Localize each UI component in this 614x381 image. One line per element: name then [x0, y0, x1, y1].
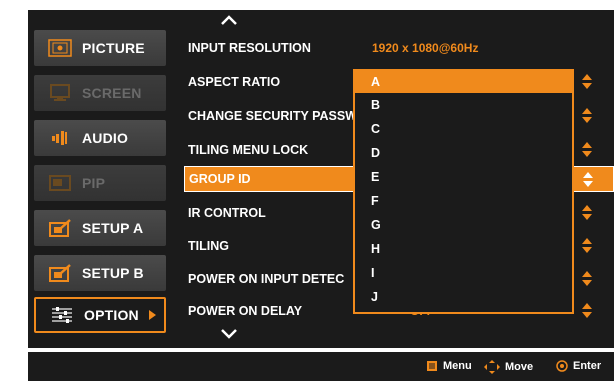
sidebar-item-label: OPTION [84, 307, 139, 323]
menu-icon [427, 361, 437, 371]
picture-icon [48, 39, 72, 57]
hint-move: Move [484, 360, 533, 374]
chevron-right-icon [148, 310, 156, 320]
menu-row-input-resolution: INPUT RESOLUTION 1920 x 1080@60Hz [184, 35, 614, 61]
dropdown-option-b[interactable]: B [355, 93, 572, 117]
sidebar-item-option[interactable]: OPTION [34, 297, 166, 333]
menu-row-label: ASPECT RATIO [188, 75, 281, 89]
menu-row-label: GROUP ID [189, 172, 251, 186]
audio-icon [48, 129, 72, 147]
spinner-arrows-icon[interactable] [582, 74, 592, 90]
dropdown-option-h[interactable]: H [355, 237, 572, 261]
sidebar-item-label: PICTURE [82, 40, 145, 56]
sidebar-item-label: AUDIO [82, 130, 129, 146]
sidebar-item-label: SCREEN [82, 85, 142, 101]
key-hint-bar: Menu Move Enter [28, 352, 614, 381]
menu-row-label: INPUT RESOLUTION [188, 41, 311, 55]
hint-enter: Enter [556, 360, 601, 372]
sidebar-item-label: SETUP A [82, 220, 144, 236]
dropdown-option-j[interactable]: J [355, 285, 572, 309]
sidebar-item-picture[interactable]: PICTURE [34, 30, 166, 66]
sidebar-item-setup-a[interactable]: SETUP A [34, 210, 166, 246]
sidebar-item-pip[interactable]: PIP [34, 165, 166, 201]
dropdown-option-g[interactable]: G [355, 213, 572, 237]
spinner-arrows-icon[interactable] [582, 271, 592, 287]
menu-row-label: IR CONTROL [188, 206, 266, 220]
dropdown-option-i[interactable]: I [355, 261, 572, 285]
setup-a-icon [48, 219, 72, 237]
group-id-dropdown[interactable]: A B C D E F G H I J [353, 69, 574, 314]
spinner-arrows-icon[interactable] [582, 142, 592, 158]
scroll-down-icon[interactable] [220, 328, 238, 340]
screen-icon [48, 84, 72, 102]
menu-row-label: POWER ON INPUT DETEC [188, 272, 345, 286]
enter-icon [556, 360, 568, 372]
scroll-up-icon[interactable] [220, 14, 238, 26]
move-arrows-icon [484, 360, 500, 374]
dropdown-option-c[interactable]: C [355, 117, 572, 141]
dropdown-option-f[interactable]: F [355, 189, 572, 213]
spinner-arrows-icon[interactable] [583, 172, 593, 188]
spinner-arrows-icon[interactable] [582, 108, 592, 124]
sidebar-item-audio[interactable]: AUDIO [34, 120, 166, 156]
menu-row-value: 1920 x 1080@60Hz [372, 41, 479, 55]
dropdown-option-d[interactable]: D [355, 141, 572, 165]
spinner-arrows-icon[interactable] [582, 238, 592, 254]
sidebar-item-label: SETUP B [82, 265, 144, 281]
sidebar-item-setup-b[interactable]: SETUP B [34, 255, 166, 291]
hint-move-label: Move [505, 361, 534, 373]
menu-row-label: TILING MENU LOCK [188, 143, 309, 157]
hint-menu-label: Menu [443, 360, 472, 372]
sidebar-item-screen[interactable]: SCREEN [34, 75, 166, 111]
hint-menu: Menu [426, 360, 472, 372]
option-icon [50, 306, 74, 324]
sidebar-item-label: PIP [82, 175, 106, 191]
menu-row-label: POWER ON DELAY [188, 304, 303, 318]
setup-b-icon [48, 264, 72, 282]
menu-row-label: CHANGE SECURITY PASSW [188, 109, 358, 123]
pip-icon [48, 174, 72, 192]
menu-row-label: TILING [188, 239, 229, 253]
dropdown-option-a[interactable]: A [355, 71, 572, 93]
hint-enter-label: Enter [573, 360, 602, 372]
spinner-arrows-icon[interactable] [582, 205, 592, 221]
dropdown-option-e[interactable]: E [355, 165, 572, 189]
spinner-arrows-icon[interactable] [582, 303, 592, 319]
sidebar: PICTURE SCREEN AUDIO PIP SETUP A SETUP B [28, 10, 170, 348]
